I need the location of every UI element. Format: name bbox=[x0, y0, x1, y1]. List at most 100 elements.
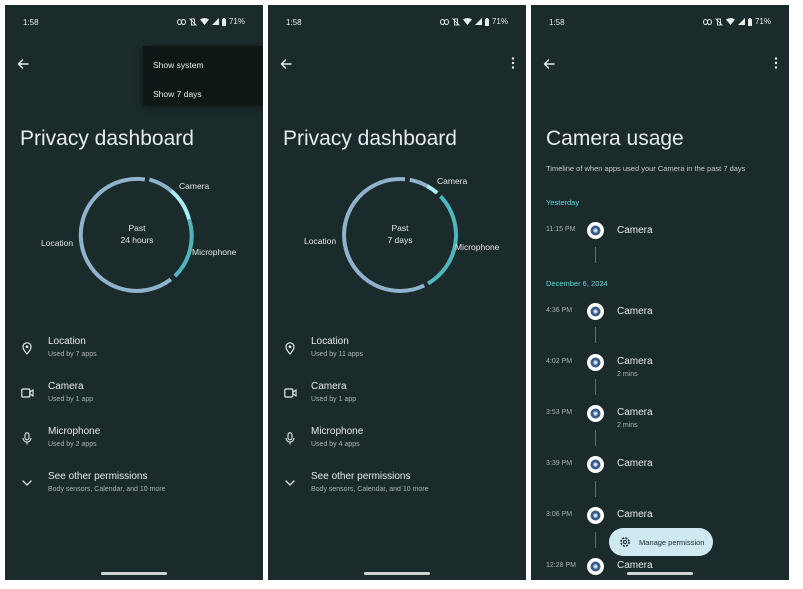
event-duration: 2 mins bbox=[617, 371, 638, 378]
permission-usage: Used by 7 apps bbox=[48, 351, 97, 358]
chart-label-microphone: Microphone bbox=[192, 247, 237, 257]
camera-segment[interactable] bbox=[148, 177, 173, 193]
event-app-name: Camera bbox=[617, 407, 653, 418]
wifi-icon bbox=[199, 18, 209, 25]
page-title: Privacy dashboard bbox=[283, 127, 457, 151]
home-indicator[interactable] bbox=[101, 572, 167, 575]
camera-app-icon bbox=[587, 558, 604, 575]
more-options-button[interactable] bbox=[503, 55, 523, 75]
camera-app-icon bbox=[587, 303, 604, 320]
permission-item-microphone[interactable]: Microphone Used by 4 apps bbox=[268, 426, 526, 462]
permission-name: Location bbox=[48, 336, 86, 347]
permission-name: Camera bbox=[48, 381, 84, 392]
signal-icon bbox=[211, 18, 219, 25]
more-options-button[interactable] bbox=[766, 55, 786, 75]
permission-usage: Body sensors, Calendar, and 10 more bbox=[48, 486, 166, 493]
camera-icon bbox=[282, 385, 298, 401]
arrow-back-icon bbox=[17, 56, 29, 74]
permission-usage: Used by 1 app bbox=[48, 396, 94, 403]
status-time: 1:58 bbox=[286, 18, 302, 27]
location-icon bbox=[282, 340, 298, 356]
vibrate-off-icon bbox=[715, 17, 723, 26]
permission-item-microphone[interactable]: Microphone Used by 2 apps bbox=[5, 426, 263, 462]
permission-name: Microphone bbox=[48, 426, 101, 437]
status-time: 1:58 bbox=[23, 18, 39, 27]
usage-donut-chart[interactable]: Past 7 days bbox=[330, 165, 470, 305]
wifi-icon bbox=[725, 18, 735, 25]
microphone-icon bbox=[19, 430, 35, 446]
event-duration: 2 mins bbox=[617, 422, 638, 429]
chart-label-location: Location bbox=[304, 236, 337, 246]
permission-item-see-other[interactable]: See other permissions Body sensors, Cale… bbox=[5, 471, 263, 507]
gear-icon bbox=[618, 535, 632, 549]
battery-icon bbox=[221, 17, 226, 26]
permission-name: See other permissions bbox=[311, 471, 411, 482]
back-button[interactable] bbox=[539, 55, 559, 75]
camera-app-icon bbox=[587, 456, 604, 473]
chart-label-location: Location bbox=[41, 238, 74, 248]
permission-item-location[interactable]: Location Used by 7 apps bbox=[5, 336, 263, 372]
home-indicator[interactable] bbox=[364, 572, 430, 575]
permission-name: Microphone bbox=[311, 426, 364, 437]
permission-item-location[interactable]: Location Used by 11 apps bbox=[268, 336, 526, 372]
signal-icon bbox=[474, 18, 482, 25]
manage-permission-button[interactable]: Manage permission bbox=[609, 528, 713, 556]
microphone-segment[interactable] bbox=[173, 218, 194, 278]
permission-name: Camera bbox=[311, 381, 347, 392]
location-icon bbox=[19, 340, 35, 356]
link-icon bbox=[439, 18, 449, 25]
chart-center-line1: Past bbox=[391, 223, 409, 233]
event-time: 4:02 PM bbox=[546, 358, 573, 365]
chart-center-line2: 24 hours bbox=[120, 235, 153, 245]
chart-label-camera: Camera bbox=[437, 176, 468, 186]
menu-item-show-system[interactable]: Show system bbox=[153, 60, 204, 70]
camera-app-icon bbox=[587, 405, 604, 422]
timeline-connector bbox=[595, 247, 596, 263]
manage-permission-label: Manage permission bbox=[639, 537, 705, 547]
permission-item-camera[interactable]: Camera Used by 1 app bbox=[5, 381, 263, 417]
event-time: 3:53 PM bbox=[546, 409, 573, 416]
microphone-segment[interactable] bbox=[426, 194, 459, 286]
battery-percent: 71% bbox=[491, 17, 508, 26]
timeline-connector bbox=[595, 430, 596, 446]
permission-usage: Used by 11 apps bbox=[311, 351, 364, 358]
chart-label-camera: Camera bbox=[179, 181, 210, 191]
event-app-name: Camera bbox=[617, 225, 653, 236]
link-icon bbox=[702, 18, 712, 25]
more-vert-icon bbox=[774, 56, 778, 74]
event-app-name: Camera bbox=[617, 356, 653, 367]
camera-icon bbox=[19, 385, 35, 401]
privacy-dashboard-7d-screen: 1:58 71% Privacy dashboard Past 7 days C… bbox=[268, 5, 526, 580]
back-button[interactable] bbox=[13, 55, 33, 75]
chart-center-line2: 7 days bbox=[387, 235, 412, 245]
back-button[interactable] bbox=[276, 55, 296, 75]
battery-icon bbox=[484, 17, 489, 26]
camera-segment-highlight[interactable] bbox=[169, 189, 192, 220]
vibrate-off-icon bbox=[452, 17, 460, 26]
camera-segment-highlight[interactable] bbox=[426, 184, 439, 195]
arrow-back-icon bbox=[280, 56, 292, 74]
permission-name: See other permissions bbox=[48, 471, 148, 482]
status-bar: 1:58 71% bbox=[531, 5, 789, 31]
arrow-back-icon bbox=[543, 56, 555, 74]
chart-label-microphone: Microphone bbox=[455, 242, 500, 252]
timeline-connector bbox=[595, 481, 596, 497]
home-indicator[interactable] bbox=[627, 572, 693, 575]
battery-icon bbox=[747, 17, 752, 26]
chevron-down-icon bbox=[282, 475, 298, 491]
event-time: 4:36 PM bbox=[546, 307, 573, 314]
permission-item-see-other[interactable]: See other permissions Body sensors, Cale… bbox=[268, 471, 526, 507]
camera-app-icon bbox=[587, 222, 604, 239]
event-app-name: Camera bbox=[617, 306, 653, 317]
overflow-menu: Show system Show 7 days bbox=[143, 46, 263, 105]
camera-segment[interactable] bbox=[409, 177, 429, 188]
permission-item-camera[interactable]: Camera Used by 1 app bbox=[268, 381, 526, 417]
menu-item-show-7-days[interactable]: Show 7 days bbox=[153, 89, 202, 99]
event-time: 11:15 PM bbox=[546, 226, 576, 233]
vibrate-off-icon bbox=[189, 17, 197, 26]
timeline-description: Timeline of when apps used your Camera i… bbox=[546, 164, 746, 173]
camera-app-icon bbox=[587, 507, 604, 524]
timeline-connector bbox=[595, 327, 596, 343]
permission-name: Location bbox=[311, 336, 349, 347]
timeline-connector bbox=[595, 379, 596, 395]
